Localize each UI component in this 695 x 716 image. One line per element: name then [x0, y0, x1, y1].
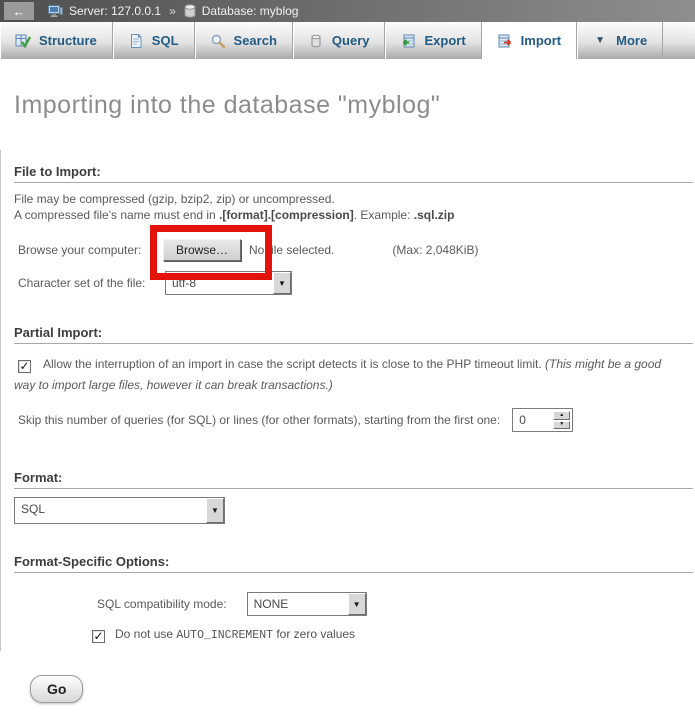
- section-divider: [14, 182, 693, 183]
- check-mark: ✓: [19, 361, 30, 372]
- autoinc-option-row: ✓ Do not use AUTO_INCREMENT for zero valu…: [92, 627, 693, 642]
- tab-import[interactable]: Import: [482, 22, 577, 59]
- autoinc-text-suffix: for zero values: [273, 627, 355, 641]
- section-format-options: Format-Specific Options: SQL compatibili…: [14, 554, 693, 642]
- import-page: Importing into the database "myblog" Fil…: [0, 91, 695, 703]
- allow-interrupt-option: ✓ Allow the interruption of an import in …: [14, 354, 682, 396]
- page-title: Importing into the database "myblog": [14, 91, 693, 120]
- file-upload-row: Browse your computer: Browse… No file se…: [14, 237, 693, 263]
- format-select-arrow[interactable]: ▼: [206, 498, 224, 523]
- import-icon: [497, 33, 513, 49]
- stepper-down-button[interactable]: ▼: [553, 421, 570, 430]
- compression-note: File may be compressed (gzip, bzip2, zip…: [14, 191, 693, 223]
- filename-rule-prefix: A compressed file's name must end in: [14, 208, 219, 222]
- go-button[interactable]: Go: [30, 675, 83, 703]
- format-heading: Format:: [14, 470, 693, 485]
- search-icon: [210, 33, 226, 49]
- partial-import-heading: Partial Import:: [14, 325, 693, 340]
- stepper-buttons: ▲ ▼: [553, 411, 570, 429]
- charset-select[interactable]: utf-8 ▼: [165, 271, 292, 295]
- section-divider: [14, 343, 693, 344]
- tab-query-label: Query: [332, 33, 370, 48]
- export-icon: [400, 33, 416, 49]
- database-icon: [184, 4, 196, 18]
- dropdown-arrow-icon: ▼: [278, 279, 286, 288]
- back-button[interactable]: ←: [4, 2, 34, 20]
- file-to-import-heading: File to Import:: [14, 164, 693, 179]
- max-upload-size: (Max: 2,048KiB): [392, 243, 478, 257]
- tab-more[interactable]: ▼ More: [577, 22, 663, 59]
- section-partial-import: Partial Import: ✓ Allow the interruption …: [14, 325, 693, 432]
- tab-export-label: Export: [424, 33, 465, 48]
- skip-queries-row: Skip this number of queries (for SQL) or…: [14, 408, 693, 432]
- filename-rule-pattern: .[format].[compression]: [219, 208, 354, 222]
- charset-select-value: utf-8: [166, 272, 273, 294]
- format-options-heading: Format-Specific Options:: [14, 554, 693, 569]
- content-left-border: [0, 150, 1, 651]
- skip-queries-label: Skip this number of queries (for SQL) or…: [14, 413, 500, 427]
- autoinc-checkbox[interactable]: ✓: [92, 630, 105, 643]
- sql-icon: [128, 33, 144, 49]
- chevron-down-icon: ▼: [592, 33, 608, 49]
- filename-rule-mid: . Example:: [354, 208, 414, 222]
- browse-button[interactable]: Browse…: [163, 239, 241, 261]
- charset-label: Character set of the file:: [14, 276, 165, 290]
- back-arrow-icon: ←: [13, 4, 26, 19]
- tab-search-label: Search: [234, 33, 277, 48]
- tab-structure[interactable]: Structure: [0, 22, 113, 59]
- no-file-selected-text: No file selected.: [249, 243, 334, 257]
- check-mark: ✓: [93, 631, 104, 642]
- dropdown-arrow-icon: ▼: [211, 506, 219, 515]
- server-icon: [48, 5, 63, 18]
- skip-queries-value: 0: [513, 409, 553, 431]
- format-select-value: SQL: [15, 498, 206, 523]
- arrow-down-icon: ▼: [559, 422, 564, 427]
- browse-label: Browse your computer:: [14, 243, 163, 257]
- tab-structure-label: Structure: [39, 33, 97, 48]
- tab-query[interactable]: Query: [293, 22, 386, 59]
- breadcrumb-server-link[interactable]: Server: 127.0.0.1: [69, 4, 161, 18]
- charset-row: Character set of the file: utf-8 ▼: [14, 271, 693, 295]
- breadcrumb-separator: »: [169, 4, 176, 18]
- allow-interrupt-checkbox[interactable]: ✓: [18, 360, 31, 373]
- dropdown-arrow-icon: ▼: [353, 600, 361, 609]
- sql-compat-row: SQL compatibility mode: NONE ▼: [97, 592, 693, 616]
- sql-compat-select-value: NONE: [248, 593, 348, 615]
- allow-interrupt-text: Allow the interruption of an import in c…: [43, 357, 545, 371]
- autoinc-keyword: AUTO_INCREMENT: [176, 629, 273, 642]
- skip-queries-stepper[interactable]: 0 ▲ ▼: [512, 408, 573, 432]
- tab-sql[interactable]: SQL: [113, 22, 195, 59]
- arrow-up-icon: ▲: [559, 413, 564, 418]
- filename-rule-example: .sql.zip: [414, 208, 455, 222]
- compression-line1: File may be compressed (gzip, bzip2, zip…: [14, 192, 335, 206]
- sql-compat-label: SQL compatibility mode:: [97, 597, 227, 611]
- tab-search[interactable]: Search: [195, 22, 293, 59]
- tab-more-label: More: [616, 33, 647, 48]
- tab-import-label: Import: [521, 33, 561, 48]
- tab-bar: Structure SQL Search: [0, 22, 695, 59]
- tab-bar-filler: [663, 22, 695, 59]
- structure-icon: [15, 33, 31, 49]
- section-divider: [14, 572, 693, 573]
- sql-compat-select[interactable]: NONE ▼: [247, 592, 367, 616]
- charset-select-arrow[interactable]: ▼: [273, 272, 291, 294]
- file-input: Browse…: [163, 239, 241, 261]
- tab-sql-label: SQL: [152, 33, 179, 48]
- section-file-to-import: File to Import: File may be compressed (…: [14, 164, 693, 295]
- section-divider: [14, 488, 693, 489]
- autoinc-text-prefix: Do not use: [115, 627, 176, 641]
- tab-export[interactable]: Export: [385, 22, 481, 59]
- breadcrumb-database-link[interactable]: Database: myblog: [202, 4, 299, 18]
- stepper-up-button[interactable]: ▲: [553, 411, 570, 420]
- sql-compat-select-arrow[interactable]: ▼: [348, 593, 366, 615]
- format-select[interactable]: SQL ▼: [14, 497, 225, 524]
- breadcrumb-bar: ← Server: 127.0.0.1 » Database: myblog: [0, 0, 695, 22]
- query-icon: [308, 33, 324, 49]
- section-format: Format: SQL ▼: [14, 470, 693, 524]
